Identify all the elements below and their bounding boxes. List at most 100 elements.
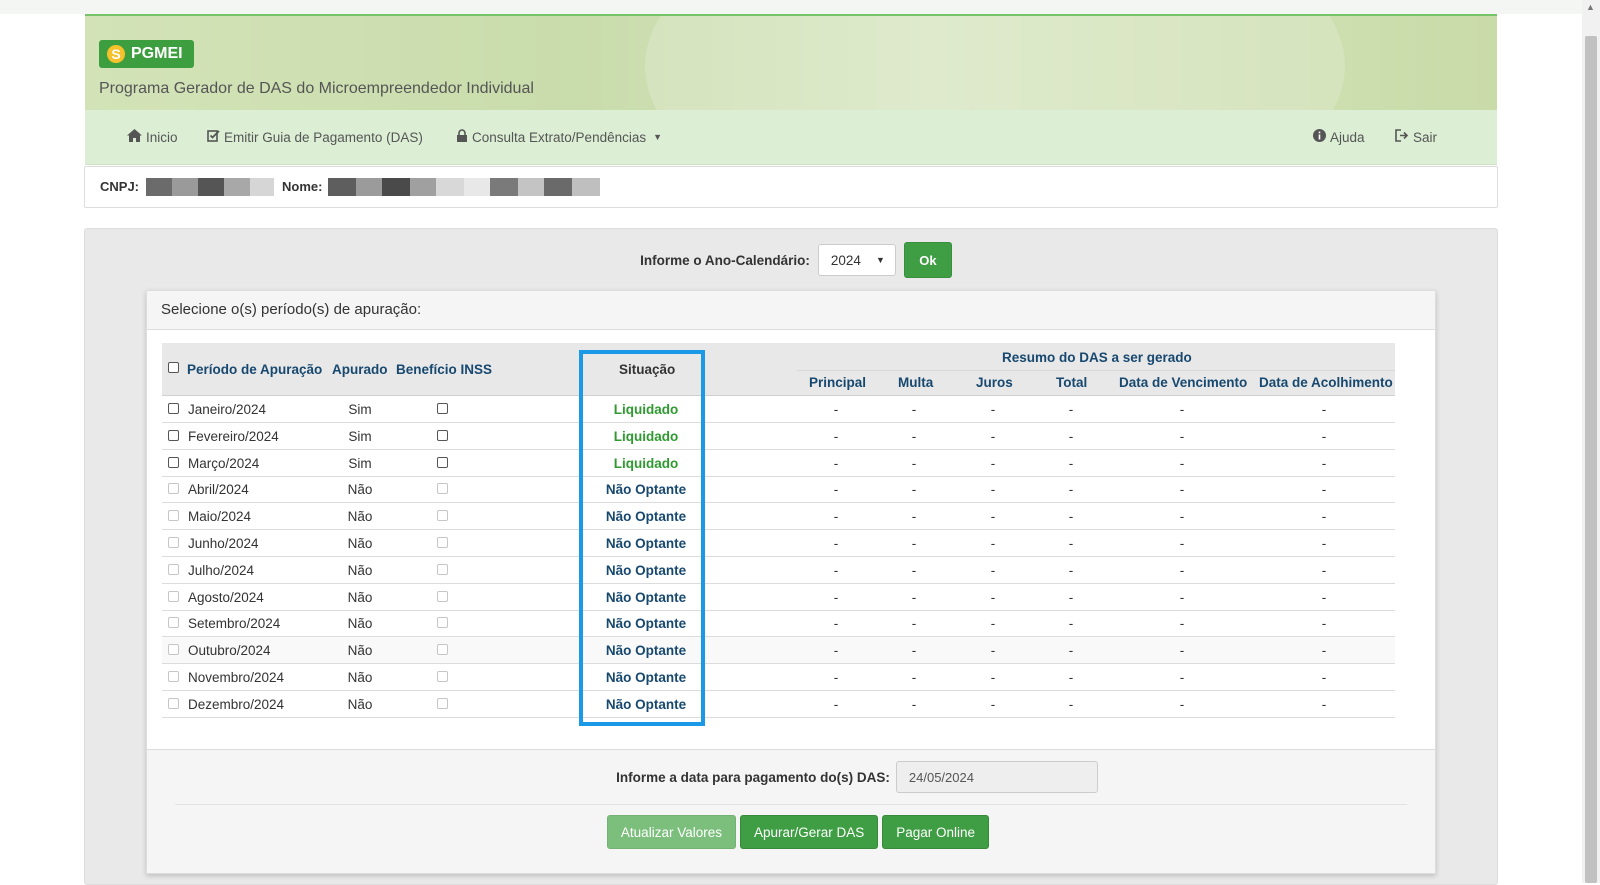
- beneficio-inss-checkbox[interactable]: [437, 429, 448, 441]
- multa-value: -: [911, 589, 917, 605]
- vencimento-value: -: [1179, 643, 1185, 659]
- year-select-value: 2024: [830, 252, 861, 268]
- vencimento-value: -: [1179, 509, 1185, 525]
- total-value: -: [1068, 536, 1074, 551]
- principal-value: -: [833, 402, 839, 417]
- period-checkbox[interactable]: [168, 456, 179, 468]
- total-value: -: [1068, 428, 1074, 444]
- status-value: Não Optante: [605, 589, 687, 605]
- nav-inicio[interactable]: Inicio: [127, 129, 178, 145]
- select-all-checkbox[interactable]: [168, 362, 179, 373]
- vencimento-value: -: [1179, 589, 1185, 605]
- ok-button[interactable]: Ok: [903, 242, 952, 278]
- card-footer: Informe a data para pagamento do(s) DAS:…: [147, 749, 1435, 873]
- nav-consulta-label: Consulta Extrato/Pendências: [472, 129, 647, 145]
- period-label: Julho/2024: [188, 562, 255, 578]
- beneficio-inss-checkbox: [437, 697, 448, 709]
- principal-value: -: [833, 562, 839, 578]
- status-value: Não Optante: [605, 536, 687, 551]
- main-panel: Informe o Ano-Calendário: 2024 ▼ Ok Sele…: [84, 228, 1498, 885]
- status-value: Não Optante: [605, 616, 687, 632]
- logo-text: PGMEI: [131, 45, 183, 62]
- beneficio-inss-checkbox[interactable]: [437, 403, 448, 414]
- table-row: Agosto/2024 Não Não Optante - - - - - -: [162, 584, 1395, 611]
- table-row: Março/2024 Sim Liquidado - - - - - -: [162, 450, 1395, 477]
- vertical-scrollbar[interactable]: ▲: [1582, 0, 1600, 883]
- nav-consulta-dropdown[interactable]: Consulta Extrato/Pendências ▼: [456, 129, 662, 145]
- th-periodo: Período de Apuração: [187, 362, 323, 377]
- pgmei-logo[interactable]: S PGMEI: [99, 40, 194, 68]
- status-value: Liquidado: [613, 428, 679, 444]
- status-value: Não Optante: [605, 562, 687, 578]
- juros-value: -: [990, 670, 996, 685]
- period-label: Agosto/2024: [188, 589, 264, 605]
- juros-value: -: [990, 428, 996, 444]
- multa-value: -: [911, 455, 917, 471]
- period-checkbox: [168, 510, 179, 522]
- multa-value: -: [911, 670, 917, 685]
- juros-value: -: [990, 509, 996, 525]
- period-checkbox[interactable]: [168, 429, 179, 441]
- nav-emitir-guia[interactable]: Emitir Guia de Pagamento (DAS): [207, 129, 423, 145]
- juros-value: -: [990, 696, 996, 712]
- table-row: Novembro/2024 Não Não Optante - - - - - -: [162, 664, 1395, 691]
- payment-date-row: Informe a data para pagamento do(s) DAS:…: [147, 760, 1435, 794]
- vencimento-value: -: [1179, 696, 1185, 712]
- scroll-up-arrow-icon[interactable]: ▲: [1586, 2, 1595, 12]
- info-circle-icon: [1313, 129, 1326, 145]
- home-icon: [127, 129, 142, 145]
- period-label: Maio/2024: [188, 509, 252, 525]
- juros-value: -: [990, 643, 996, 659]
- beneficio-inss-checkbox: [437, 617, 448, 629]
- period-selection-card: Selecione o(s) período(s) de apuração: P…: [146, 290, 1436, 874]
- vencimento-value: -: [1179, 402, 1185, 417]
- app-subtitle: Programa Gerador de DAS do Microempreend…: [99, 80, 534, 97]
- pagar-online-button[interactable]: Pagar Online: [882, 815, 990, 849]
- period-checkbox: [168, 563, 179, 575]
- period-label: Novembro/2024: [188, 670, 285, 685]
- beneficio-inss-checkbox: [437, 483, 448, 495]
- vencimento-value: -: [1179, 670, 1185, 685]
- acolhimento-value: -: [1321, 643, 1327, 659]
- acolhimento-value: -: [1321, 509, 1327, 525]
- apurado-value: Sim: [348, 402, 372, 417]
- multa-value: -: [911, 482, 917, 498]
- table-row: Outubro/2024 Não Não Optante - - - - - -: [162, 637, 1395, 665]
- total-value: -: [1068, 455, 1074, 471]
- apurado-value: Não: [347, 670, 373, 685]
- nav-ajuda[interactable]: Ajuda: [1313, 129, 1365, 145]
- app-header: S PGMEI Programa Gerador de DAS do Micro…: [85, 14, 1497, 112]
- vencimento-value: -: [1179, 455, 1185, 471]
- multa-value: -: [911, 536, 917, 551]
- principal-value: -: [833, 536, 839, 551]
- period-label: Janeiro/2024: [188, 402, 267, 417]
- nav-sair-label: Sair: [1413, 129, 1438, 145]
- multa-value: -: [911, 643, 917, 659]
- nav-inicio-label: Inicio: [146, 129, 178, 145]
- acolhimento-value: -: [1321, 482, 1327, 498]
- period-label: Setembro/2024: [188, 616, 281, 632]
- header-subline: [797, 370, 1395, 371]
- principal-value: -: [833, 509, 839, 525]
- juros-value: -: [990, 482, 996, 498]
- period-label: Dezembro/2024: [188, 696, 285, 712]
- nome-redacted: [328, 178, 600, 196]
- multa-value: -: [911, 696, 917, 712]
- nav-sair[interactable]: Sair: [1395, 129, 1437, 145]
- principal-value: -: [833, 696, 839, 712]
- vencimento-value: -: [1179, 562, 1185, 578]
- payment-date-input[interactable]: 24/05/2024: [895, 761, 1098, 793]
- acolhimento-value: -: [1321, 696, 1327, 712]
- year-select[interactable]: 2024 ▼: [817, 244, 896, 276]
- th-multa: Multa: [898, 375, 934, 390]
- beneficio-inss-checkbox[interactable]: [437, 456, 448, 468]
- nome-label: Nome:: [282, 179, 323, 194]
- year-label: Informe o Ano-Calendário:: [640, 252, 810, 268]
- apurado-value: Não: [347, 509, 373, 525]
- period-checkbox[interactable]: [168, 403, 179, 414]
- total-value: -: [1068, 562, 1074, 578]
- atualizar-valores-button[interactable]: Atualizar Valores: [606, 815, 736, 849]
- beneficio-inss-checkbox: [437, 563, 448, 575]
- scrollbar-thumb[interactable]: [1585, 36, 1597, 883]
- apurar-gerar-das-button[interactable]: Apurar/Gerar DAS: [739, 815, 879, 849]
